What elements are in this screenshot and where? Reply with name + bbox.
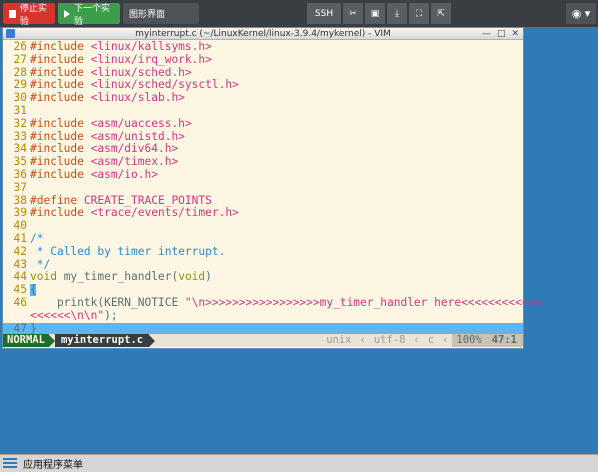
play-icon <box>64 9 70 18</box>
code-token: * Called by timer interrupt. <box>30 244 226 258</box>
code-token: <asm/div64.h> <box>90 142 179 156</box>
cursor-block: } <box>30 321 37 335</box>
stop-label: 停止实验 <box>19 3 47 27</box>
line-number: 31 <box>13 103 27 117</box>
eye-menu-button[interactable]: ◉ ▾ <box>566 3 596 24</box>
ssh-label: SSH <box>314 8 334 19</box>
mode-indicator: NORMAL <box>3 334 49 347</box>
clipboard-icon[interactable]: ▣ <box>365 3 385 24</box>
code-token: "\n>>>>>>>>>>>>>>>>>my_timer_handler her… <box>184 295 542 309</box>
next-experiment-button[interactable]: 下一个实验 <box>58 3 120 27</box>
code-token: #include <box>30 91 91 105</box>
code-token: <linux/slab.h> <box>90 91 185 105</box>
code-line[interactable]: 40 <box>3 219 523 233</box>
editor-buffer[interactable]: 26 #include <linux/kallsyms.h> 27 #include … <box>3 40 542 347</box>
window-controls: — □ ✕ <box>482 28 519 40</box>
chevron-left-icon: ‹ <box>442 334 449 346</box>
code-token: <linux/sched/sysctl.h> <box>90 78 239 92</box>
code-token: <asm/uaccess.h> <box>90 116 192 130</box>
fullscreen-icon[interactable]: ⛶ <box>409 3 429 24</box>
tab-graphical-interface[interactable]: 图形界面 <box>123 3 199 24</box>
code-token: #include <box>30 129 91 143</box>
ssh-button[interactable]: SSH <box>307 3 341 24</box>
code-token: <asm/unistd.h> <box>90 129 185 143</box>
code-token: <linux/irq_work.h> <box>90 52 212 66</box>
code-token: ); <box>104 308 118 322</box>
vim-statusline: NORMAL myinterrupt.c unix ‹ utf-8 ‹ c ‹ … <box>3 334 523 347</box>
app-menu-label[interactable]: 应用程序菜单 <box>23 456 83 471</box>
line-number: 27 <box>13 52 27 66</box>
eye-icon: ◉ ▾ <box>571 7 591 20</box>
line-number: 26 <box>13 40 27 53</box>
code-token: #include <box>30 78 91 92</box>
tool-group: SSH ✂ ▣ ⤓ ⛶ ⇱ <box>307 3 451 24</box>
vim-app-icon <box>6 29 15 38</box>
code-token: #include <box>30 65 91 79</box>
cursor-block: { <box>30 283 37 297</box>
code-token: #include <box>30 116 91 130</box>
line-number: 36 <box>13 167 27 181</box>
code-token: #include <box>30 155 91 169</box>
code-line[interactable]: 42 * Called by timer interrupt. <box>3 244 523 259</box>
code-token: #include <box>30 52 91 66</box>
chevron-left-icon: ‹ <box>359 334 366 346</box>
tab-label: 图形界面 <box>129 10 166 20</box>
scissors-icon[interactable]: ✂ <box>343 3 363 24</box>
code-token: <<<<<<\n\n" <box>30 308 105 322</box>
code-token: <linux/kallsyms.h> <box>90 40 212 53</box>
file-type: c <box>427 334 435 346</box>
file-format: unix <box>326 334 352 346</box>
chevron-left-icon: ‹ <box>413 334 420 346</box>
code-token: <linux/sched.h> <box>90 65 192 79</box>
file-encoding: utf-8 <box>373 334 406 346</box>
line-number: 42 <box>13 244 27 258</box>
code-line[interactable]: <<<<<<\n\n"); <box>3 308 523 323</box>
cursor-position: 47:1 <box>485 334 523 347</box>
line-number: 37 <box>13 180 27 194</box>
line-number: 41 <box>13 231 27 245</box>
code-token: #include <box>30 40 91 53</box>
code-line[interactable]: 39 #include <trace/events/timer.h> <box>3 206 523 220</box>
stop-icon <box>9 9 16 18</box>
code-token: <asm/io.h> <box>90 167 158 181</box>
code-token: /* <box>30 231 44 245</box>
code-token: <trace/events/timer.h> <box>90 206 239 220</box>
code-token: CREATE_TRACE_POINTS <box>83 193 212 207</box>
scroll-percent: 100% <box>452 334 486 347</box>
code-line[interactable]: 30 #include <linux/slab.h> <box>3 91 523 105</box>
code-token: */ <box>30 257 51 271</box>
code-line[interactable]: 36 #include <asm/io.h> <box>3 167 523 182</box>
window-title: myinterrupt.c (~/LinuxKernel/linux-3.9.4… <box>135 29 391 39</box>
code-token: my_timer_handler( <box>56 270 179 284</box>
code-token: #include <box>30 167 91 181</box>
code-token: #include <box>30 206 91 220</box>
code-token: printk(KERN_NOTICE <box>30 295 185 309</box>
window-titlebar[interactable]: myinterrupt.c (~/LinuxKernel/linux-3.9.4… <box>3 28 523 40</box>
minimize-button[interactable]: — <box>482 28 491 40</box>
powerline-separator <box>149 334 156 347</box>
code-token: <asm/timex.h> <box>90 155 179 169</box>
top-toolbar: 停止实验 下一个实验 图形界面 SSH ✂ ▣ ⤓ ⛶ ⇱ ◉ ▾ <box>0 0 598 27</box>
download-icon[interactable]: ⤓ <box>387 3 407 24</box>
close-button[interactable]: ✕ <box>511 28 519 40</box>
code-token: void <box>30 270 57 284</box>
vim-window: myinterrupt.c (~/LinuxKernel/linux-3.9.4… <box>2 27 542 349</box>
code-token: void <box>178 270 206 284</box>
line-number: 32 <box>13 116 27 130</box>
next-label: 下一个实验 <box>74 3 111 27</box>
code-token: #define <box>30 193 84 207</box>
app-menu-icon[interactable] <box>3 457 17 470</box>
popout-icon[interactable]: ⇱ <box>431 3 451 24</box>
code-token: #include <box>30 142 91 156</box>
line-number: 46 <box>13 295 27 309</box>
filename-indicator: myinterrupt.c <box>54 334 150 347</box>
stop-experiment-button[interactable]: 停止实验 <box>3 3 55 27</box>
maximize-button[interactable]: □ <box>497 28 506 40</box>
code-line[interactable]: 44 void my_timer_handler(void) <box>3 270 523 284</box>
code-token: ) <box>205 270 212 284</box>
taskbar: 应用程序菜单 <box>0 454 598 472</box>
